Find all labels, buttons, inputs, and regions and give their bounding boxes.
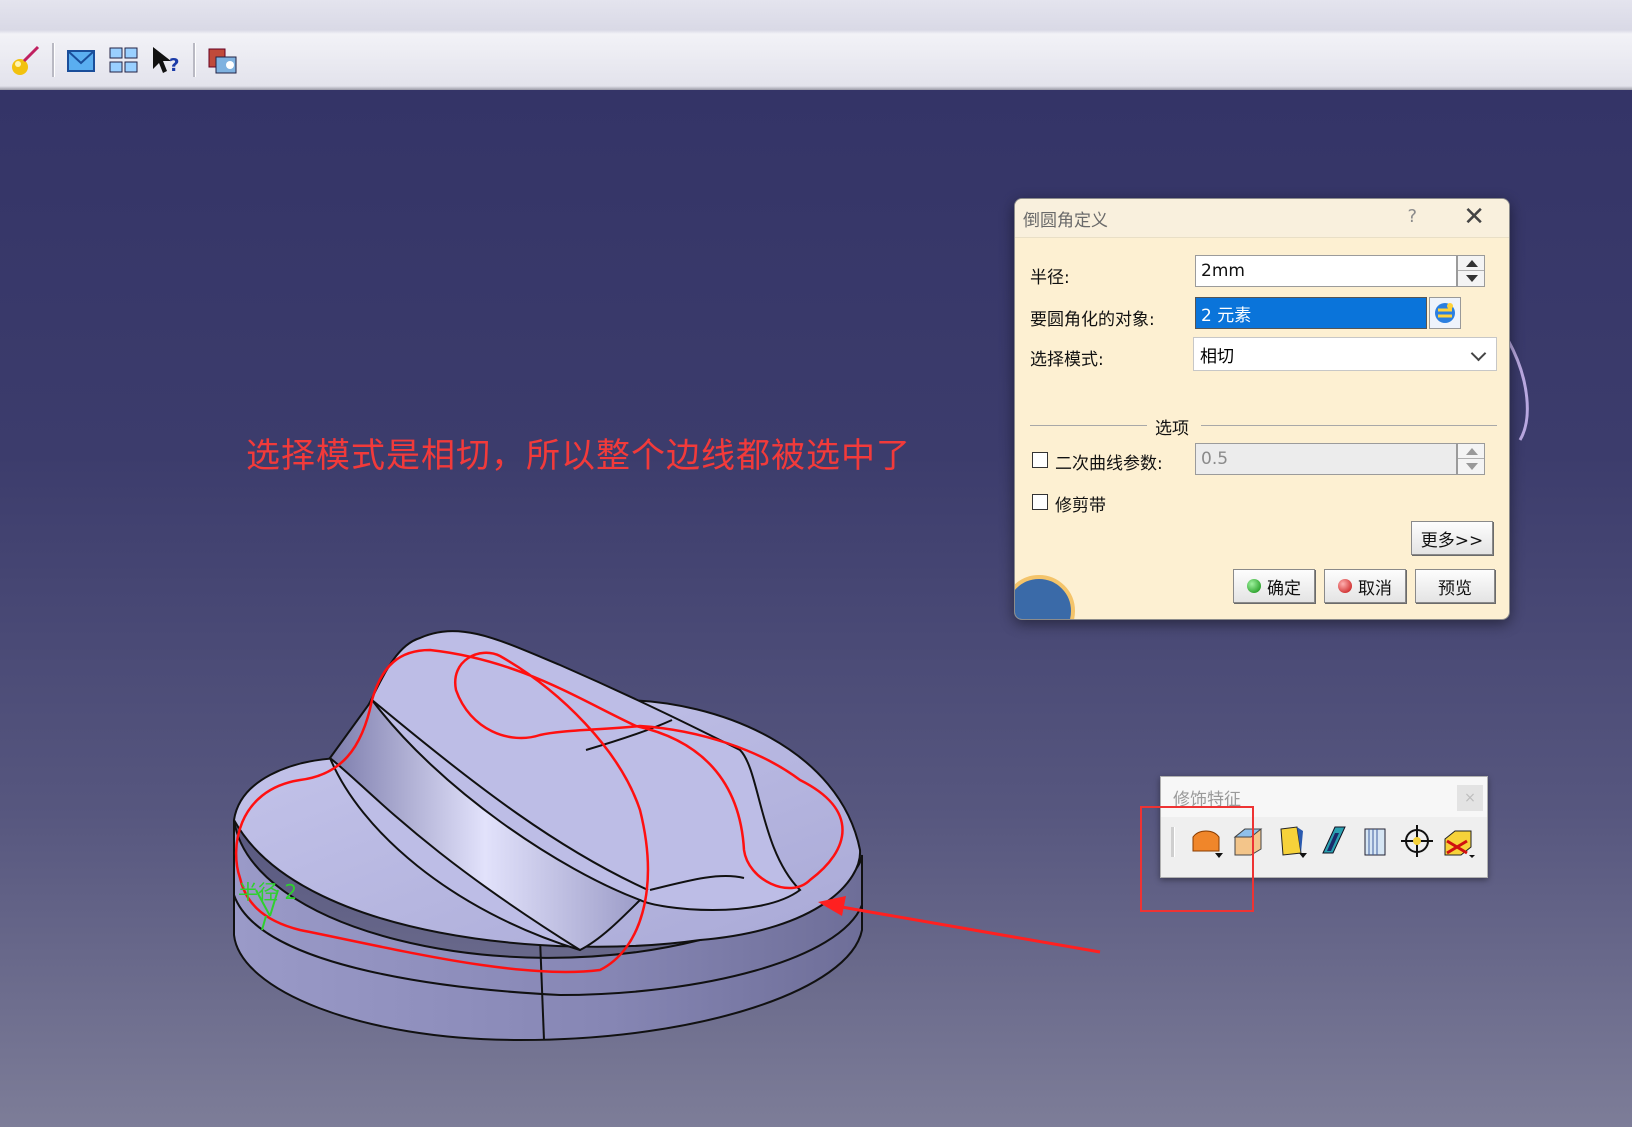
draft-icon[interactable] <box>1273 823 1309 859</box>
dialog-title: 倒圆角定义 <box>1023 210 1108 231</box>
fillet-definition-dialog: 倒圆角定义 ? ✕ 半径: 2mm 要圆角化的对象: 2 元素 选择模式: 相切… <box>1014 198 1510 620</box>
conic-field-label: 二次曲线参数: <box>1055 454 1163 474</box>
options-heading: 选项 <box>1155 419 1189 439</box>
edit-list-icon <box>1435 303 1455 323</box>
spin-up-button[interactable] <box>1458 444 1484 459</box>
thickness-icon[interactable] <box>1357 823 1393 859</box>
conic-spinner[interactable] <box>1457 443 1485 475</box>
toolbar-separator <box>193 43 196 77</box>
mode-field-label: 选择模式: <box>1030 350 1104 370</box>
globe-decoration <box>1015 559 1085 619</box>
catalog-icon[interactable] <box>206 43 240 77</box>
conic-input[interactable]: 0.5 <box>1195 443 1457 475</box>
mail-icon[interactable] <box>65 43 99 77</box>
highlight-box <box>1140 806 1254 912</box>
mode-select[interactable]: 相切 <box>1193 337 1497 371</box>
whats-this-icon[interactable]: ? <box>149 43 183 77</box>
cancel-label: 取消 <box>1358 578 1392 599</box>
options-divider-left <box>1030 425 1147 426</box>
options-divider-right <box>1201 425 1497 426</box>
objects-input[interactable]: 2 元素 <box>1195 297 1427 329</box>
preview-button[interactable]: 预览 <box>1415 569 1495 603</box>
annotation-text: 选择模式是相切，所以整个边线都被选中了 <box>246 436 911 476</box>
conic-checkbox[interactable] <box>1032 452 1048 468</box>
ok-led-icon <box>1247 579 1261 593</box>
cancel-button[interactable]: 取消 <box>1324 569 1406 603</box>
trim-ribbons-label: 修剪带 <box>1055 496 1106 516</box>
toolbar-strip: ? <box>0 36 244 84</box>
sketch-icon[interactable] <box>8 43 42 77</box>
shell-icon[interactable] <box>1315 823 1351 859</box>
radius-spinner[interactable] <box>1457 255 1485 287</box>
object-selector-button[interactable] <box>1429 297 1461 329</box>
ok-label: 确定 <box>1267 578 1301 599</box>
more-button[interactable]: 更多>> <box>1411 521 1493 555</box>
multi-view-icon[interactable] <box>107 43 141 77</box>
remove-face-icon[interactable] <box>1441 823 1477 859</box>
spin-down-button[interactable] <box>1458 271 1484 286</box>
chevron-down-icon <box>1470 345 1487 362</box>
toolbar-separator <box>52 43 55 77</box>
trim-ribbons-checkbox[interactable] <box>1032 494 1048 510</box>
thread-icon[interactable] <box>1399 823 1435 859</box>
mode-select-value: 相切 <box>1200 346 1234 367</box>
close-button[interactable]: ✕ <box>1463 202 1485 232</box>
cancel-led-icon <box>1338 579 1352 593</box>
dialog-titlebar[interactable]: 倒圆角定义 ? ✕ <box>1015 199 1509 238</box>
radius-label: 半径 2 <box>238 880 298 904</box>
ok-button[interactable]: 确定 <box>1233 569 1315 603</box>
dress-toolbar-close-button[interactable]: × <box>1457 785 1483 811</box>
spin-up-button[interactable] <box>1458 256 1484 271</box>
objects-field-label: 要圆角化的对象: <box>1030 310 1155 330</box>
help-button[interactable]: ? <box>1407 206 1417 227</box>
radius-input[interactable]: 2mm <box>1195 255 1457 287</box>
top-toolbar: ? <box>0 0 1632 90</box>
radius-field-label: 半径: <box>1030 268 1070 288</box>
spin-down-button[interactable] <box>1458 459 1484 474</box>
svg-text:?: ? <box>169 55 179 76</box>
